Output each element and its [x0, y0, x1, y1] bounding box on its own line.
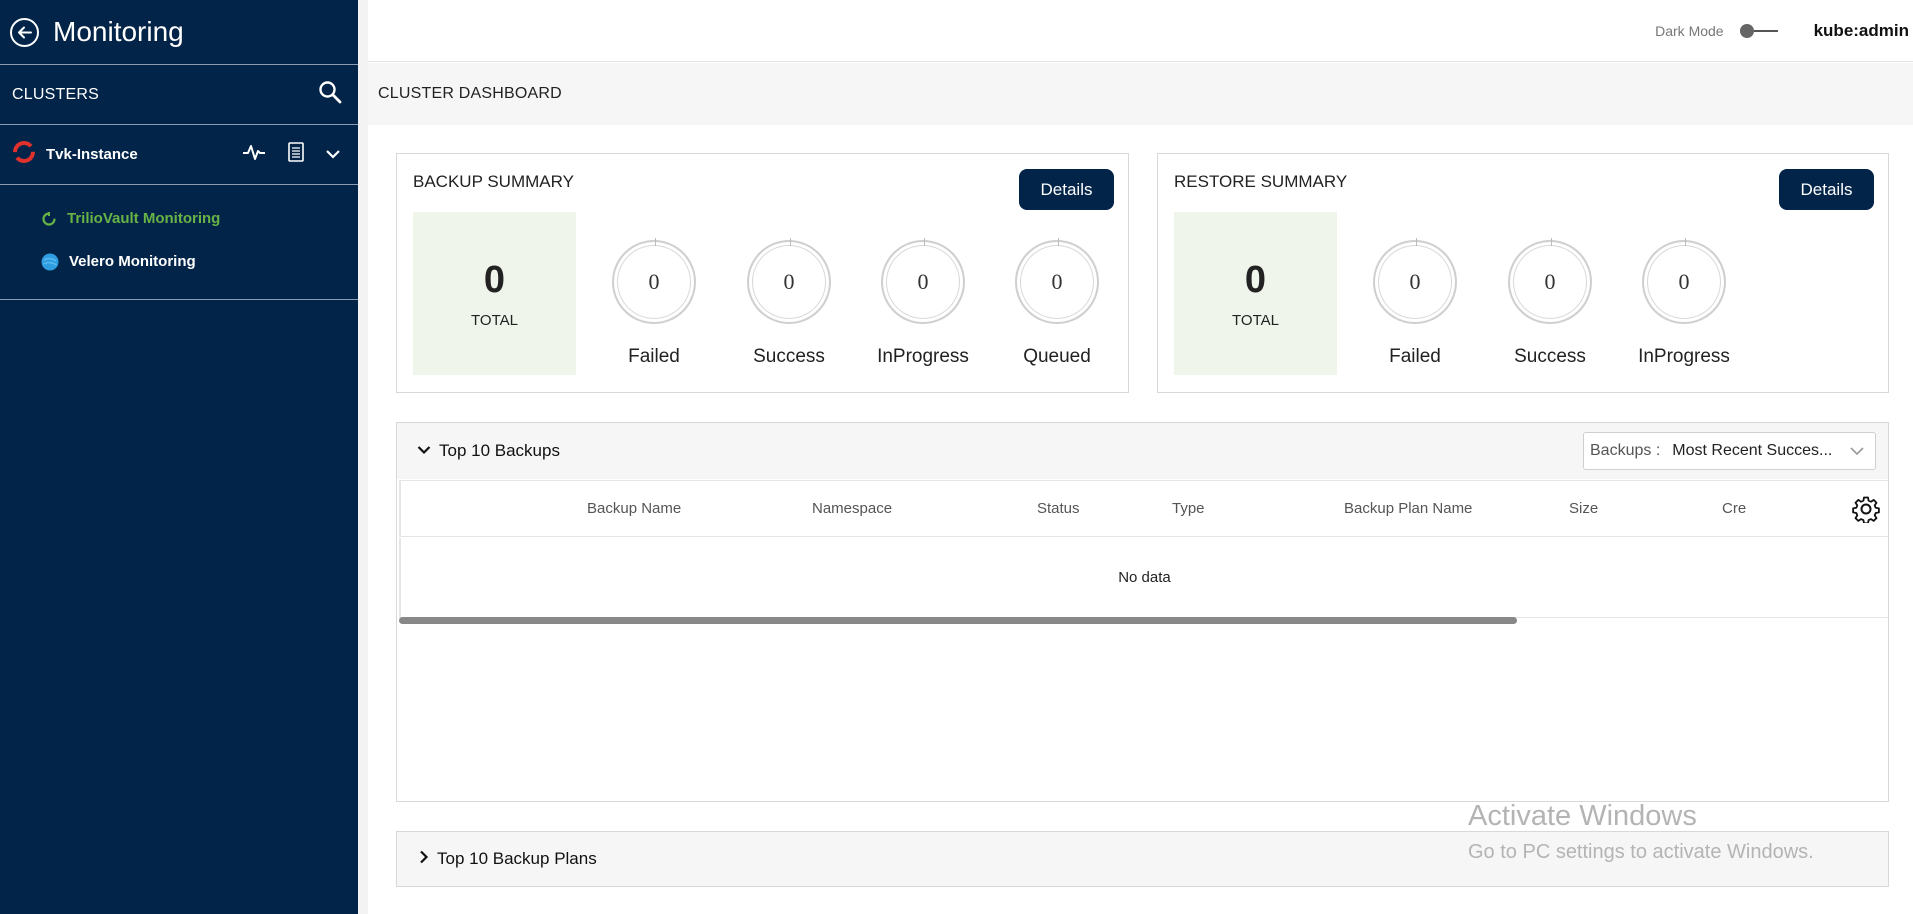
backups-filter-label: Backups :: [1590, 442, 1661, 459]
user-menu[interactable]: kube:admin: [1814, 21, 1909, 41]
clusters-header: CLUSTERS: [0, 65, 358, 125]
backup-summary-card: BACKUP SUMMARY Details 0 TOTAL 0 Failed …: [396, 153, 1129, 393]
search-icon[interactable]: [318, 80, 342, 109]
backup-success-stat: 0 Success: [734, 238, 844, 368]
restore-summary-title: RESTORE SUMMARY: [1174, 172, 1348, 191]
watermark-line-2: Go to PC settings to activate Windows.: [1468, 841, 1814, 863]
backup-failed-stat: 0 Failed: [599, 238, 709, 368]
backups-filter-select[interactable]: Backups : Most Recent Succes...: [1583, 432, 1876, 470]
restore-inprogress-stat: 0 InProgress: [1629, 238, 1739, 368]
column-header[interactable]: Cre: [1722, 500, 1746, 517]
stat-label: Success: [1514, 346, 1586, 367]
column-header[interactable]: Status: [1037, 500, 1080, 517]
cluster-instance-name: Tvk-Instance: [46, 146, 138, 163]
back-arrow-icon[interactable]: [10, 17, 39, 47]
openshift-logo-icon: [12, 140, 36, 169]
restore-total: 0 TOTAL: [1174, 212, 1337, 375]
stat-label: Queued: [1023, 346, 1091, 367]
backup-total-label: TOTAL: [471, 311, 518, 329]
backup-total-value: 0: [483, 258, 506, 301]
stat-label: Failed: [1389, 346, 1441, 367]
dark-mode-toggle[interactable]: [1739, 23, 1780, 38]
restore-failed-stat: 0 Failed: [1360, 238, 1470, 368]
column-header[interactable]: Type: [1172, 500, 1205, 517]
column-header[interactable]: Backup Name: [587, 500, 681, 517]
top-bar: Dark Mode kube:admin: [368, 0, 1913, 62]
clusters-label: CLUSTERS: [12, 85, 99, 103]
column-header[interactable]: Size: [1569, 500, 1598, 517]
restore-details-button[interactable]: Details: [1779, 169, 1874, 210]
page-title: CLUSTER DASHBOARD: [368, 63, 1913, 125]
empty-state: No data: [399, 538, 1888, 618]
stat-ring: 0: [1373, 238, 1457, 324]
sidebar-item-triliovault-monitoring[interactable]: TrilioVault Monitoring: [0, 197, 358, 240]
stat-ring: 0: [612, 238, 696, 324]
top-backup-plans-title: Top 10 Backup Plans: [437, 849, 597, 868]
backup-summary-title: BACKUP SUMMARY: [413, 172, 574, 191]
triliovault-logo-icon: [41, 211, 57, 227]
cluster-instance[interactable]: Tvk-Instance: [0, 125, 358, 185]
backup-total: 0 TOTAL: [413, 212, 576, 375]
stat-ring: 0: [1015, 238, 1099, 324]
stat-ring: 0: [1508, 238, 1592, 324]
sidebar: Monitoring CLUSTERS Tvk-Instance TrilioV…: [0, 0, 358, 914]
backup-details-button[interactable]: Details: [1019, 169, 1114, 210]
sidebar-item-label: TrilioVault Monitoring: [67, 210, 221, 227]
activity-pulse-icon[interactable]: [242, 143, 266, 166]
restore-total-value: 0: [1244, 258, 1267, 301]
column-header[interactable]: Namespace: [812, 500, 892, 517]
chevron-right-icon[interactable]: [419, 850, 429, 869]
content-gutter: [358, 0, 368, 914]
sidebar-item-velero-monitoring[interactable]: Velero Monitoring: [0, 240, 358, 283]
chevron-down-icon[interactable]: [417, 442, 431, 460]
restore-total-label: TOTAL: [1232, 311, 1279, 329]
backup-inprogress-stat: 0 InProgress: [868, 238, 978, 368]
cluster-sub-menu: TrilioVault Monitoring Velero Monitoring: [0, 185, 358, 300]
stat-label: InProgress: [877, 346, 969, 367]
restore-success-stat: 0 Success: [1495, 238, 1605, 368]
dark-mode-label: Dark Mode: [1655, 22, 1724, 39]
top-backups-header[interactable]: Top 10 Backups Backups : Most Recent Suc…: [397, 423, 1888, 479]
backup-queued-stat: 0 Queued: [1002, 238, 1112, 368]
document-icon[interactable]: [288, 142, 304, 167]
sidebar-item-label: Velero Monitoring: [69, 253, 196, 270]
restore-summary-card: RESTORE SUMMARY Details 0 TOTAL 0 Failed…: [1157, 153, 1889, 393]
backups-filter-value: Most Recent Succes...: [1672, 442, 1833, 459]
horizontal-scrollbar[interactable]: [399, 617, 1517, 624]
stat-ring: 0: [881, 238, 965, 324]
windows-activation-watermark: Activate Windows Go to PC settings to ac…: [1468, 800, 1814, 864]
watermark-line-1: Activate Windows: [1468, 800, 1697, 832]
gear-icon[interactable]: [1852, 495, 1880, 527]
top-backups-panel: Top 10 Backups Backups : Most Recent Suc…: [396, 422, 1889, 802]
stat-ring: 0: [1642, 238, 1726, 324]
sidebar-title: Monitoring: [53, 16, 184, 47]
stat-ring: 0: [747, 238, 831, 324]
chevron-down-icon: [1849, 443, 1865, 464]
stat-label: InProgress: [1638, 346, 1730, 367]
top-backups-title: Top 10 Backups: [439, 441, 560, 460]
stat-label: Success: [753, 346, 825, 367]
sidebar-header: Monitoring: [0, 0, 358, 65]
stat-label: Failed: [628, 346, 680, 367]
chevron-down-icon[interactable]: [326, 146, 340, 164]
column-header[interactable]: Backup Plan Name: [1344, 500, 1472, 517]
velero-logo-icon: [41, 253, 59, 271]
table-header: Backup Name Namespace Status Type Backup…: [399, 480, 1888, 537]
